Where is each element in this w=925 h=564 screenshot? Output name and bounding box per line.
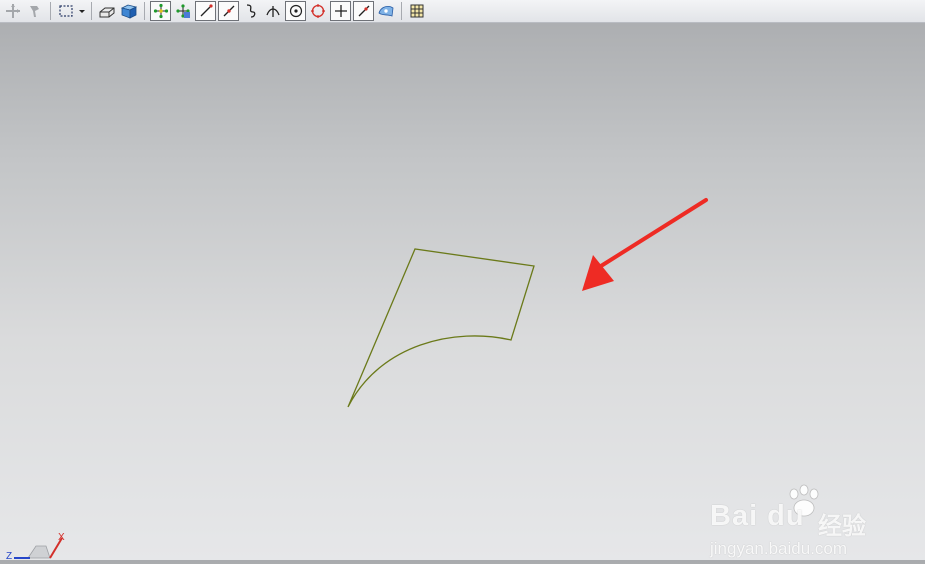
grid-icon[interactable] [406,0,428,22]
toolbar-separator [144,2,145,20]
dropdown-arrow-icon[interactable] [77,0,87,22]
quadrant-point-icon[interactable] [307,0,329,22]
annotation-arrow [582,198,708,291]
snap-settings-icon[interactable] [172,0,194,22]
snap-points-icon[interactable] [150,1,171,21]
triad-x-label: X [58,532,65,543]
selection-rectangle-icon[interactable] [55,0,77,22]
existing-point-icon[interactable] [330,1,351,21]
main-toolbar [0,0,925,23]
control-point-icon[interactable] [240,0,262,22]
toolbar-separator [91,2,92,20]
baidu-watermark: Bai du 经验 jingyan.baidu.com [706,484,906,564]
watermark-brand-cn: 经验 [818,513,866,540]
midpoint-snap-icon[interactable] [218,1,239,21]
shaded-cube-icon[interactable] [118,0,140,22]
graphics-viewport[interactable]: Bai du 经验 jingyan.baidu.com [0,24,925,560]
endpoint-snap-icon[interactable] [195,1,216,21]
triad-z-label: Z [6,551,12,560]
toolbar-separator [401,2,402,20]
watermark-url: jingyan.baidu.com [710,539,848,558]
model-scene [347,198,708,408]
toolbar-separator [50,2,51,20]
watermark-brand: Bai du [710,500,805,532]
point-on-curve-icon[interactable] [353,1,374,21]
triad-plane [27,545,51,559]
coordinate-triad: X Z [6,532,65,560]
arc-center-icon[interactable] [285,1,306,21]
paint-brush-icon[interactable] [24,0,46,22]
move-icon[interactable] [2,0,24,22]
surface-boundary-curve[interactable] [347,248,535,408]
wireframe-view-icon[interactable] [96,0,118,22]
point-on-face-icon[interactable] [375,0,397,22]
intersection-icon[interactable] [262,0,284,22]
